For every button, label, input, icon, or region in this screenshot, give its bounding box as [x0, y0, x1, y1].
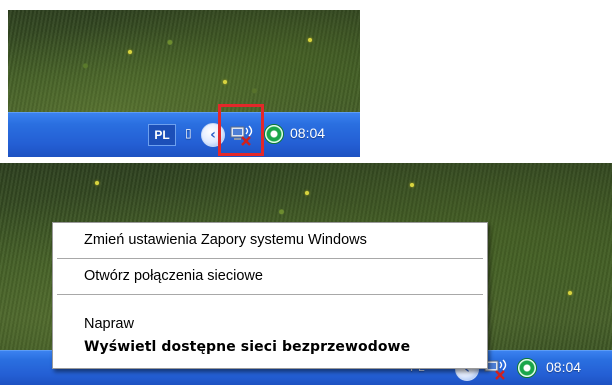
language-indicator[interactable]: PL [148, 124, 176, 146]
menu-separator [57, 294, 483, 295]
security-center-icon[interactable] [517, 358, 537, 378]
menu-item-view-wireless-networks[interactable]: Wyświetl dostępne sieci bezprzewodowe [84, 339, 410, 355]
wallpaper-flower [128, 50, 132, 54]
taskbar-screenshot-top: PL ▯ ‹ 08:04 [8, 10, 360, 157]
menu-item-firewall-settings[interactable]: Zmień ustawienia Zapory systemu Windows [84, 232, 367, 248]
wallpaper-flower [308, 38, 312, 42]
language-bar-icon[interactable]: ▯ [185, 126, 192, 140]
taskbar: PL ▯ ‹ 08:04 [8, 112, 360, 157]
clock[interactable]: 08:04 [290, 125, 325, 141]
wallpaper-flower [223, 80, 227, 84]
menu-item-open-network-connections[interactable]: Otwórz połączenia sieciowe [84, 268, 263, 284]
security-center-icon[interactable] [264, 124, 284, 144]
wallpaper-flower [305, 191, 309, 195]
network-context-menu: Zmień ustawienia Zapory systemu Windows … [52, 222, 488, 369]
taskbar-screenshot-bottom: PL ‹ 08:04 Zmień ustawienia Zapory syste… [0, 163, 612, 385]
wallpaper-flower [410, 183, 414, 187]
highlight-box [218, 104, 264, 156]
wallpaper-flower [568, 291, 572, 295]
menu-item-repair[interactable]: Napraw [84, 316, 134, 332]
wallpaper-flower [95, 181, 99, 185]
menu-separator [57, 258, 483, 259]
clock[interactable]: 08:04 [546, 359, 581, 375]
